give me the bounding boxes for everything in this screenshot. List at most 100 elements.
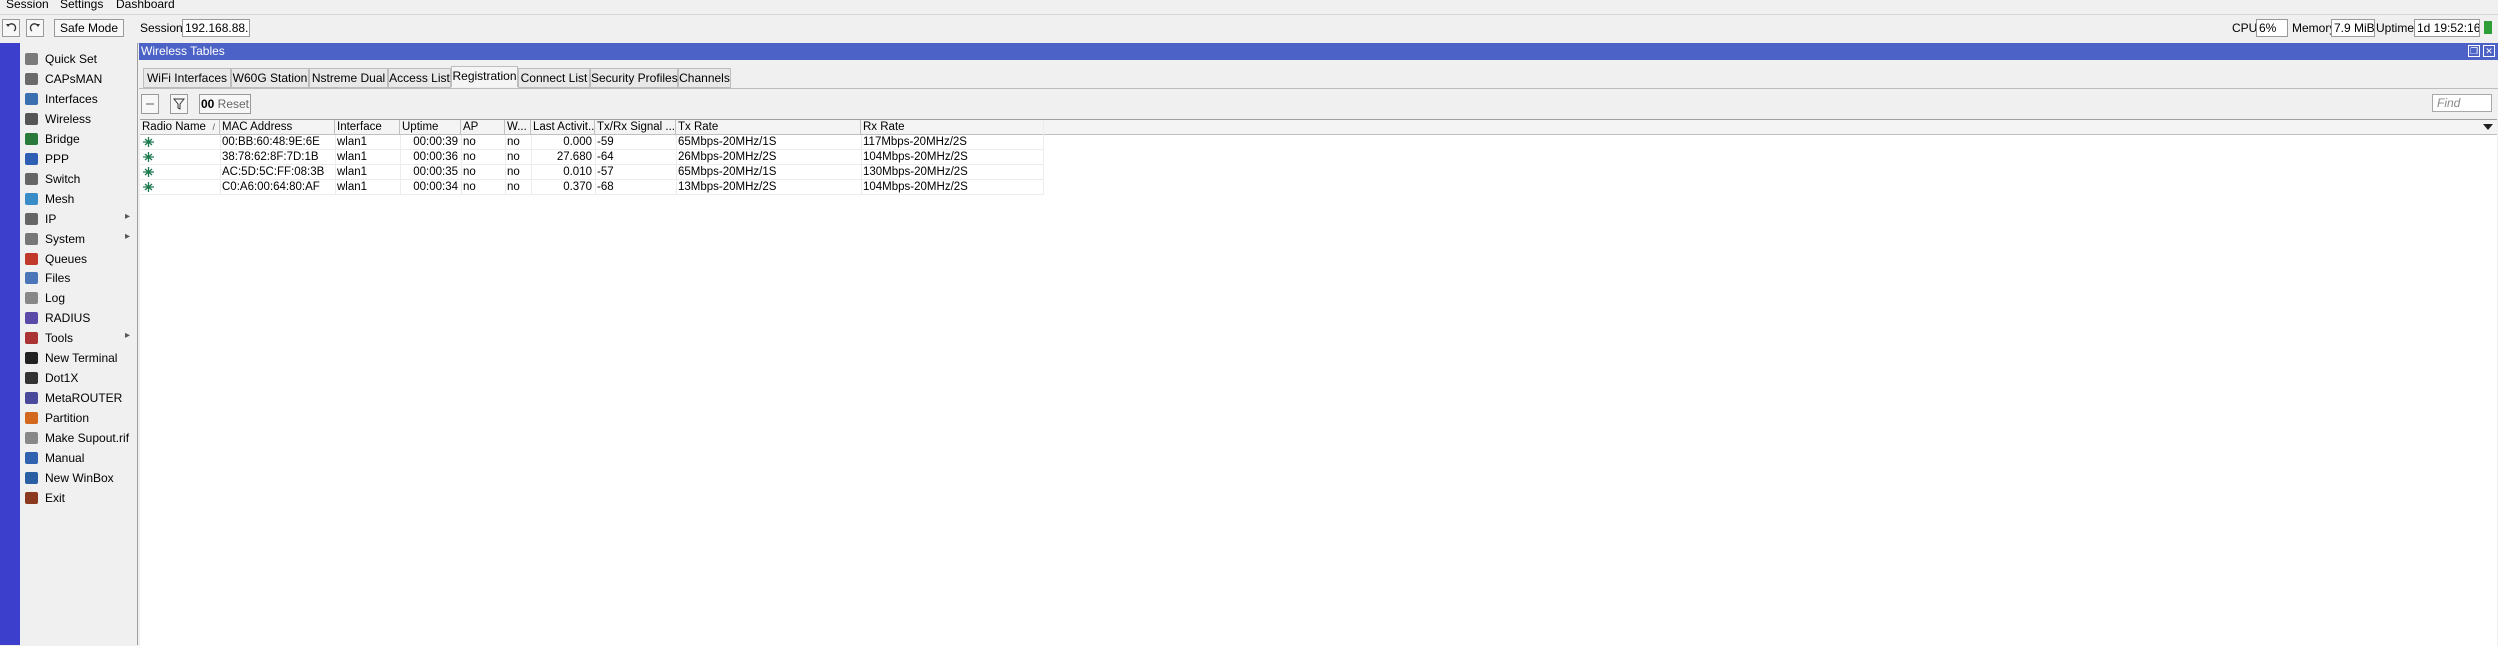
- sidebar-item-label: CAPsMAN: [45, 71, 103, 86]
- session-label: Session:: [140, 21, 187, 35]
- column-header-tx-rate[interactable]: Tx Rate: [676, 120, 861, 135]
- tab-security-profiles[interactable]: Security Profiles: [590, 68, 678, 88]
- sidebar-item-make-supout-rif[interactable]: Make Supout.rif: [24, 429, 134, 447]
- cell-rx-rate: 130Mbps-20MHz/2S: [863, 166, 968, 178]
- sidebar-item-metarouter[interactable]: MetaROUTER: [24, 389, 134, 407]
- submenu-arrow-icon: ▸: [125, 330, 131, 342]
- column-header-ap[interactable]: AP: [461, 120, 505, 135]
- sidebar-item-interfaces[interactable]: Interfaces: [24, 90, 134, 108]
- column-header-label: Uptime: [402, 121, 439, 133]
- sidebar-item-label: New WinBox: [45, 470, 114, 485]
- sidebar-item-manual[interactable]: Manual: [24, 449, 134, 467]
- redo-button[interactable]: [26, 19, 44, 37]
- sidebar-item-files[interactable]: Files: [24, 269, 134, 287]
- sidebar-item-capsman[interactable]: CAPsMAN: [24, 70, 134, 88]
- column-header-w[interactable]: W...: [505, 120, 531, 135]
- registration-table: Radio Name / MAC Address Interface Uptime AP W…: [140, 119, 2497, 646]
- sidebar-item-tools[interactable]: Tools ▸: [24, 329, 134, 347]
- undo-button[interactable]: [2, 19, 20, 37]
- cell-uptime: 00:00:36: [413, 151, 458, 163]
- filter-button[interactable]: [170, 94, 188, 114]
- bridge-icon: [25, 132, 38, 145]
- cell-tx-rate: 65Mbps-20MHz/1S: [678, 166, 777, 178]
- sidebar-item-mesh[interactable]: Mesh: [24, 190, 134, 208]
- sidebar-item-label: Wireless: [45, 111, 92, 126]
- window-titlebar[interactable]: Wireless Tables ❐ ✕: [139, 43, 2498, 60]
- table-row[interactable]: C0:A6:00:64:80:AF wlan1 00:00:34 no no 0.370-…: [140, 180, 1044, 195]
- session-field[interactable]: 192.168.88.1: [182, 19, 250, 37]
- cell-ap: no: [463, 136, 476, 148]
- sidebar-item-system[interactable]: System ▸: [24, 230, 134, 248]
- menu-settings[interactable]: Settings: [60, 0, 103, 11]
- sidebar-item-wireless[interactable]: Wireless: [24, 110, 134, 128]
- remove-button[interactable]: [141, 94, 159, 114]
- column-header-signal[interactable]: Tx/Rx Signal ...: [595, 120, 676, 135]
- sidebar-item-partition[interactable]: Partition: [24, 409, 134, 427]
- sidebar-item-ip[interactable]: IP ▸: [24, 210, 134, 228]
- cell-radio-name: [140, 150, 220, 165]
- cell-uptime: 00:00:34: [413, 181, 458, 193]
- table-row[interactable]: 00:BB:60:48:9E:6E wlan1 00:00:39 no no 0.000-…: [140, 135, 1044, 150]
- cell-radio-name: [140, 165, 220, 180]
- sidebar: Quick Set CAPsMAN Interfaces Wireless Bridge…: [20, 43, 138, 645]
- exit-icon: [25, 491, 38, 504]
- header-filler: [1044, 120, 2497, 135]
- sidebar-item-new-terminal[interactable]: New Terminal: [24, 349, 134, 367]
- table-row[interactable]: AC:5D:5C:FF:08:3B wlan1 00:00:35 no no 0.010-…: [140, 165, 1044, 180]
- sidebar-item-exit[interactable]: Exit: [24, 489, 134, 507]
- sidebar-item-new-winbox[interactable]: New WinBox: [24, 469, 134, 487]
- column-header-uptime[interactable]: Uptime: [400, 120, 461, 135]
- sidebar-item-bridge[interactable]: Bridge: [24, 130, 134, 148]
- sidebar-item-label: Exit: [45, 490, 66, 505]
- tab-access-list[interactable]: Access List: [388, 68, 451, 88]
- restore-icon[interactable]: ❐: [2468, 45, 2480, 57]
- wireless-client-icon: [143, 166, 154, 177]
- tab-channels[interactable]: Channels: [678, 68, 731, 88]
- winbox-side-strip: [0, 43, 20, 645]
- log-icon: [25, 292, 38, 305]
- sidebar-item-queues[interactable]: Queues: [24, 250, 134, 268]
- safe-mode-button[interactable]: Safe Mode: [54, 19, 124, 37]
- column-header-last-activity[interactable]: Last Activit...: [531, 120, 595, 135]
- mesh-icon: [25, 192, 38, 205]
- close-icon[interactable]: ✕: [2483, 45, 2495, 57]
- tab-nstreme-dual[interactable]: Nstreme Dual: [309, 68, 388, 88]
- cell-rx-rate: 104Mbps-20MHz/2S: [863, 151, 968, 163]
- terminal-icon: [25, 352, 38, 365]
- tab-connect-list[interactable]: Connect List: [518, 68, 590, 88]
- sidebar-item-switch[interactable]: Switch: [24, 170, 134, 188]
- submenu-arrow-icon: ▸: [125, 210, 131, 222]
- sidebar-item-dot1x[interactable]: Dot1X: [24, 369, 134, 387]
- column-header-label: Last Activit...: [533, 121, 595, 133]
- sidebar-item-log[interactable]: Log: [24, 289, 134, 307]
- cell-last-activity: 27.680: [556, 151, 592, 163]
- column-header-label: W...: [507, 121, 527, 133]
- table-row[interactable]: 38:78:62:8F:7D:1B wlan1 00:00:36 no no 27.680…: [140, 150, 1044, 165]
- cell-w: no: [507, 166, 520, 178]
- sidebar-item-label: Queues: [45, 251, 88, 266]
- cell-tx-rate: 65Mbps-20MHz/1S: [678, 136, 777, 148]
- column-header-mac[interactable]: MAC Address: [220, 120, 335, 135]
- menu-session[interactable]: Session: [6, 0, 49, 11]
- sidebar-item-ppp[interactable]: PPP: [24, 150, 134, 168]
- tab-w60g-station[interactable]: W60G Station: [231, 68, 309, 88]
- reset-button[interactable]: 00 Reset: [199, 94, 251, 114]
- column-header-radio-name[interactable]: Radio Name /: [140, 120, 220, 135]
- cell-interface: wlan1: [337, 166, 368, 178]
- column-header-interface[interactable]: Interface: [335, 120, 400, 135]
- find-input[interactable]: Find: [2432, 94, 2492, 112]
- sidebar-item-quick-set[interactable]: Quick Set: [24, 50, 134, 68]
- sidebar-item-label: MetaROUTER: [45, 391, 123, 406]
- cell-radio-name: [140, 180, 220, 195]
- sidebar-item-radius[interactable]: RADIUS: [24, 309, 134, 327]
- menu-dashboard[interactable]: Dashboard: [116, 0, 175, 11]
- tab-registration[interactable]: Registration: [451, 66, 518, 87]
- column-menu-icon[interactable]: [2483, 124, 2493, 130]
- row-divider: [140, 194, 1044, 195]
- cell-w: no: [507, 151, 520, 163]
- cell-uptime: 00:00:35: [413, 166, 458, 178]
- tab-wifi-interfaces[interactable]: WiFi Interfaces: [143, 68, 231, 88]
- cell-ap: no: [463, 181, 476, 193]
- column-header-rx-rate[interactable]: Rx Rate: [861, 120, 1044, 135]
- status-indicator: [2484, 21, 2492, 34]
